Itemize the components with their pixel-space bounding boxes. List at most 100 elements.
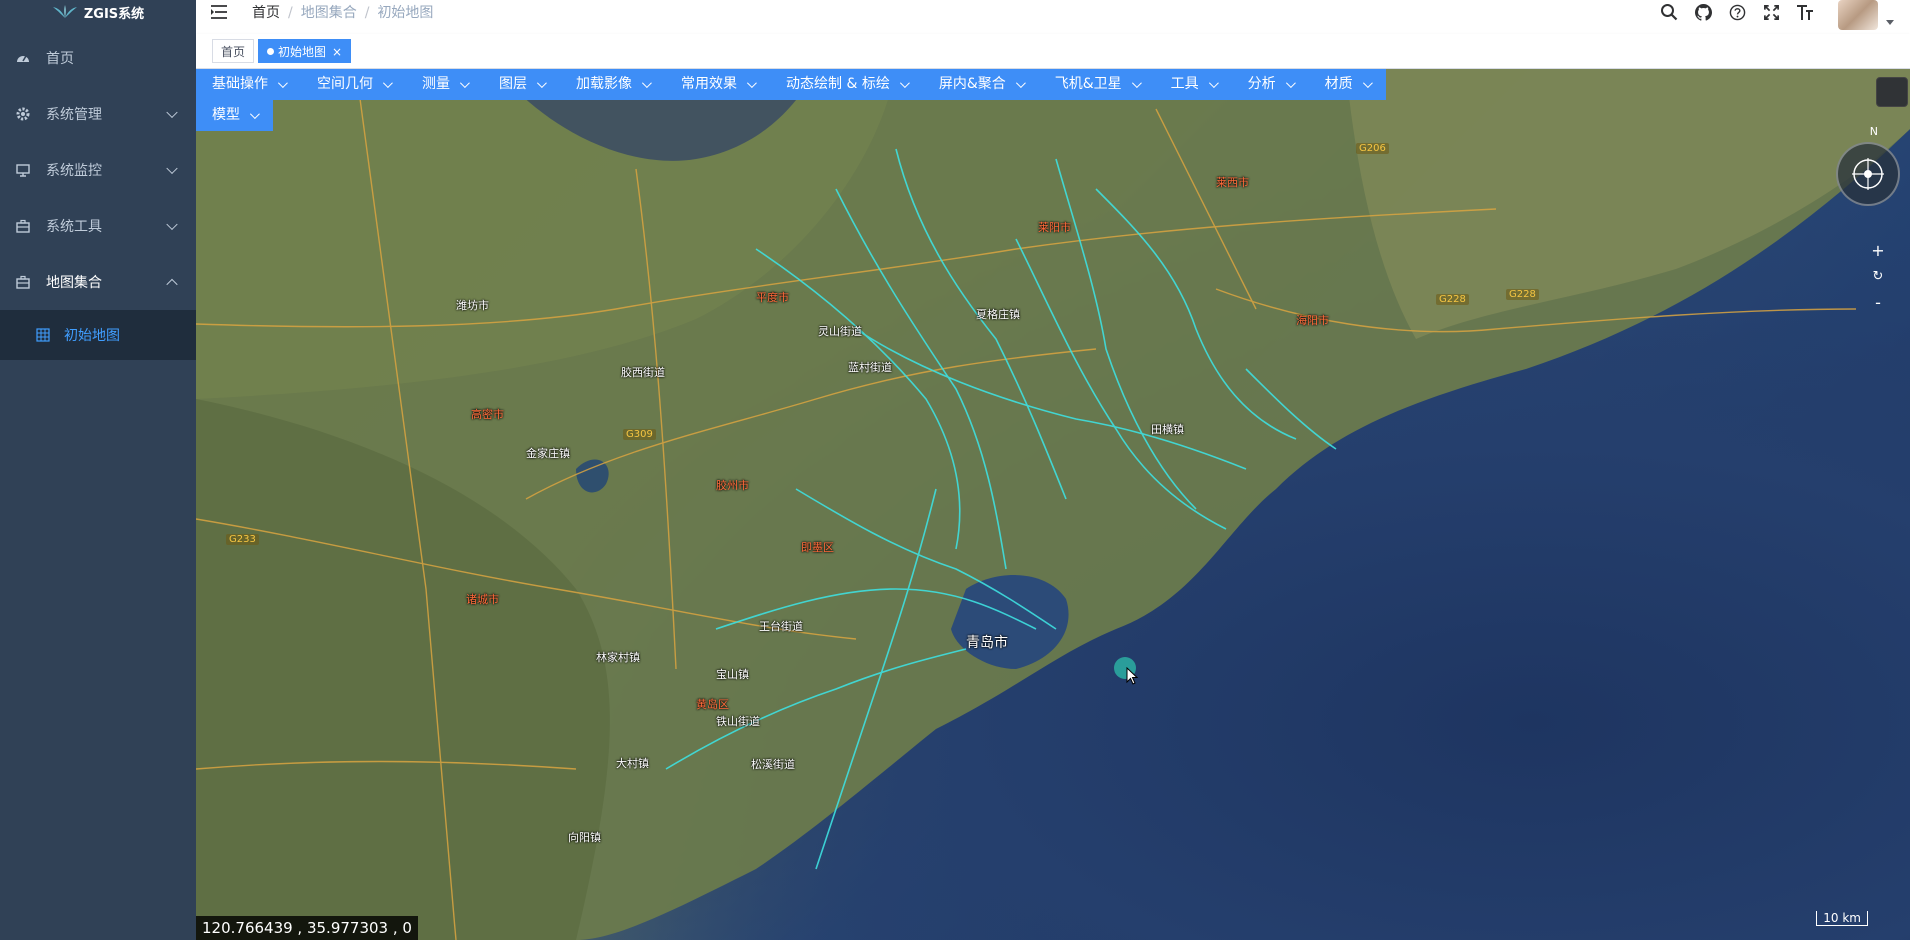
hamburger-icon[interactable] — [210, 4, 228, 20]
compass-icon[interactable] — [1836, 142, 1900, 206]
chevron-down-icon — [1015, 78, 1026, 89]
chevron-down-icon — [899, 78, 910, 89]
road-shield: G206 — [1356, 143, 1389, 154]
sidebar-item-label: 系统监控 — [46, 163, 102, 179]
map-label-jinjiazhuang: 金家庄镇 — [526, 447, 570, 460]
road-shield: G233 — [226, 534, 259, 545]
chevron-down-icon — [459, 78, 470, 89]
map-label-zhucheng: 诸城市 — [466, 593, 499, 606]
caret-down-icon[interactable] — [1886, 20, 1894, 25]
map-label-xiangzhuang: 向阳镇 — [568, 831, 601, 844]
toolbox-icon — [16, 275, 30, 289]
breadcrumb-home[interactable]: 首页 — [252, 5, 280, 21]
chevron-down-icon — [746, 78, 757, 89]
map-label-pingdu: 平度市 — [756, 291, 789, 304]
menu-aircraft-satellite[interactable]: 飞机&卫星 — [1038, 69, 1155, 100]
map-label-qingdao: 青岛市 — [966, 635, 1008, 651]
tags-view: 首页 初始地图 × — [196, 34, 1910, 69]
reset-view-button[interactable]: ↻ — [1868, 269, 1888, 284]
sidebar-item-label: 地图集合 — [46, 275, 102, 291]
logo-icon — [52, 5, 77, 18]
chevron-down-icon — [166, 106, 178, 119]
map-label-xiagezhuang: 夏格庄镇 — [976, 308, 1020, 321]
map-label-lingshan: 灵山街道 — [818, 325, 862, 338]
map-label-lindong: 林家村镇 — [596, 651, 640, 664]
github-icon[interactable] — [1686, 0, 1720, 24]
font-size-icon[interactable] — [1788, 0, 1822, 24]
avatar[interactable] — [1838, 0, 1878, 30]
chevron-down-icon — [277, 78, 288, 89]
gear-icon — [16, 107, 30, 121]
fullscreen-icon[interactable] — [1754, 0, 1788, 24]
zoom-in-button[interactable]: + — [1868, 241, 1888, 260]
road-shield: G228 — [1506, 289, 1539, 300]
tag-initial-map[interactable]: 初始地图 × — [258, 39, 352, 63]
grid-icon — [36, 328, 50, 342]
map-toolbar: 基础操作 空间几何 测量 图层 加载影像 常用效果 动态绘制 & 标绘 屏内&聚… — [196, 69, 1404, 131]
map-viewer[interactable]: 青岛市 莱阳市 潍坊市 高密市 诸城市 胶州市 即墨区 平度市 黄岛区 海阳市 … — [196, 69, 1910, 940]
menu-tools[interactable]: 工具 — [1154, 69, 1232, 100]
chevron-down-icon — [1362, 78, 1373, 89]
menu-label: 空间几何 — [317, 76, 373, 92]
menu-label: 工具 — [1170, 76, 1199, 92]
menu-label: 基础操作 — [212, 76, 268, 92]
sidebar-item-system-admin[interactable]: 系统管理 — [0, 86, 196, 142]
sidebar-subitem-label: 初始地图 — [64, 328, 120, 344]
menu-label: 测量 — [422, 76, 450, 92]
menu-screen-cluster[interactable]: 屏内&聚合 — [922, 69, 1039, 100]
chevron-down-icon — [1131, 78, 1142, 89]
chevron-down-icon — [249, 109, 260, 120]
map-label-gaomi: 高密市 — [471, 408, 504, 421]
satellite-imagery — [196, 69, 1910, 940]
menu-analysis[interactable]: 分析 — [1231, 69, 1309, 100]
app-logo[interactable]: ZGIS系统 — [0, 0, 196, 24]
navbar: 首页 / 地图集合 / 初始地图 — [196, 0, 1910, 35]
chevron-down-icon — [382, 78, 393, 89]
pointer-cursor-icon — [1126, 667, 1138, 685]
map-label-tianheng: 田横镇 — [1151, 423, 1184, 436]
sidebar-subitem-initial-map[interactable]: 初始地图 — [0, 310, 196, 360]
sidebar-item-home[interactable]: 首页 — [0, 30, 196, 86]
breadcrumb: 首页 / 地图集合 / 初始地图 — [252, 5, 434, 21]
menu-common-effects[interactable]: 常用效果 — [665, 69, 770, 100]
menu-label: 分析 — [1247, 76, 1276, 92]
map-label-weifang: 潍坊市 — [456, 299, 489, 312]
sidebar-item-map-collection[interactable]: 地图集合 — [0, 254, 196, 310]
app-title: ZGIS系统 — [83, 6, 145, 22]
coordinate-readout: 120.766439 , 35.977303 , 0 — [196, 916, 418, 940]
road-shield: G309 — [623, 429, 656, 440]
sidebar-item-label: 系统工具 — [46, 219, 102, 235]
menu-label: 常用效果 — [681, 76, 737, 92]
chevron-down-icon — [166, 218, 178, 231]
road-shield: G228 — [1436, 294, 1469, 305]
menu-material[interactable]: 材质 — [1308, 69, 1386, 100]
map-label-tieshan: 铁山街道 — [716, 715, 760, 728]
close-icon[interactable]: × — [332, 45, 342, 59]
map-label-huangdao: 黄岛区 — [696, 698, 729, 711]
menu-load-imagery[interactable]: 加载影像 — [560, 69, 665, 100]
tag-home[interactable]: 首页 — [212, 39, 255, 63]
help-icon[interactable] — [1720, 0, 1754, 24]
chevron-down-icon — [166, 162, 178, 175]
monitor-icon — [16, 163, 30, 177]
tag-label: 初始地图 — [278, 45, 327, 59]
menu-basic-ops[interactable]: 基础操作 — [196, 69, 301, 100]
menu-label: 材质 — [1324, 76, 1353, 92]
sidebar-item-system-tools[interactable]: 系统工具 — [0, 198, 196, 254]
menu-measure[interactable]: 测量 — [406, 69, 483, 100]
map-label-lanya: 蓝村街道 — [848, 361, 892, 374]
search-icon[interactable] — [1652, 0, 1686, 24]
menu-spatial-geometry[interactable]: 空间几何 — [301, 69, 406, 100]
menu-layers[interactable]: 图层 — [483, 69, 560, 100]
menu-model[interactable]: 模型 — [196, 100, 273, 131]
map-label-wangtai: 王台街道 — [759, 620, 803, 633]
map-label-jiaozhou: 胶州市 — [716, 479, 749, 492]
sidebar-item-system-monitor[interactable]: 系统监控 — [0, 142, 196, 198]
map-label-songxi: 松溪街道 — [751, 758, 795, 771]
map-label-laixi: 莱西市 — [1216, 176, 1249, 189]
zoom-out-button[interactable]: - — [1868, 293, 1888, 312]
layer-picker-button[interactable] — [1876, 77, 1908, 107]
menu-dynamic-draw[interactable]: 动态绘制 & 标绘 — [770, 69, 923, 100]
chevron-down-icon — [1208, 78, 1219, 89]
map-label-haiyang: 海阳市 — [1296, 314, 1329, 327]
